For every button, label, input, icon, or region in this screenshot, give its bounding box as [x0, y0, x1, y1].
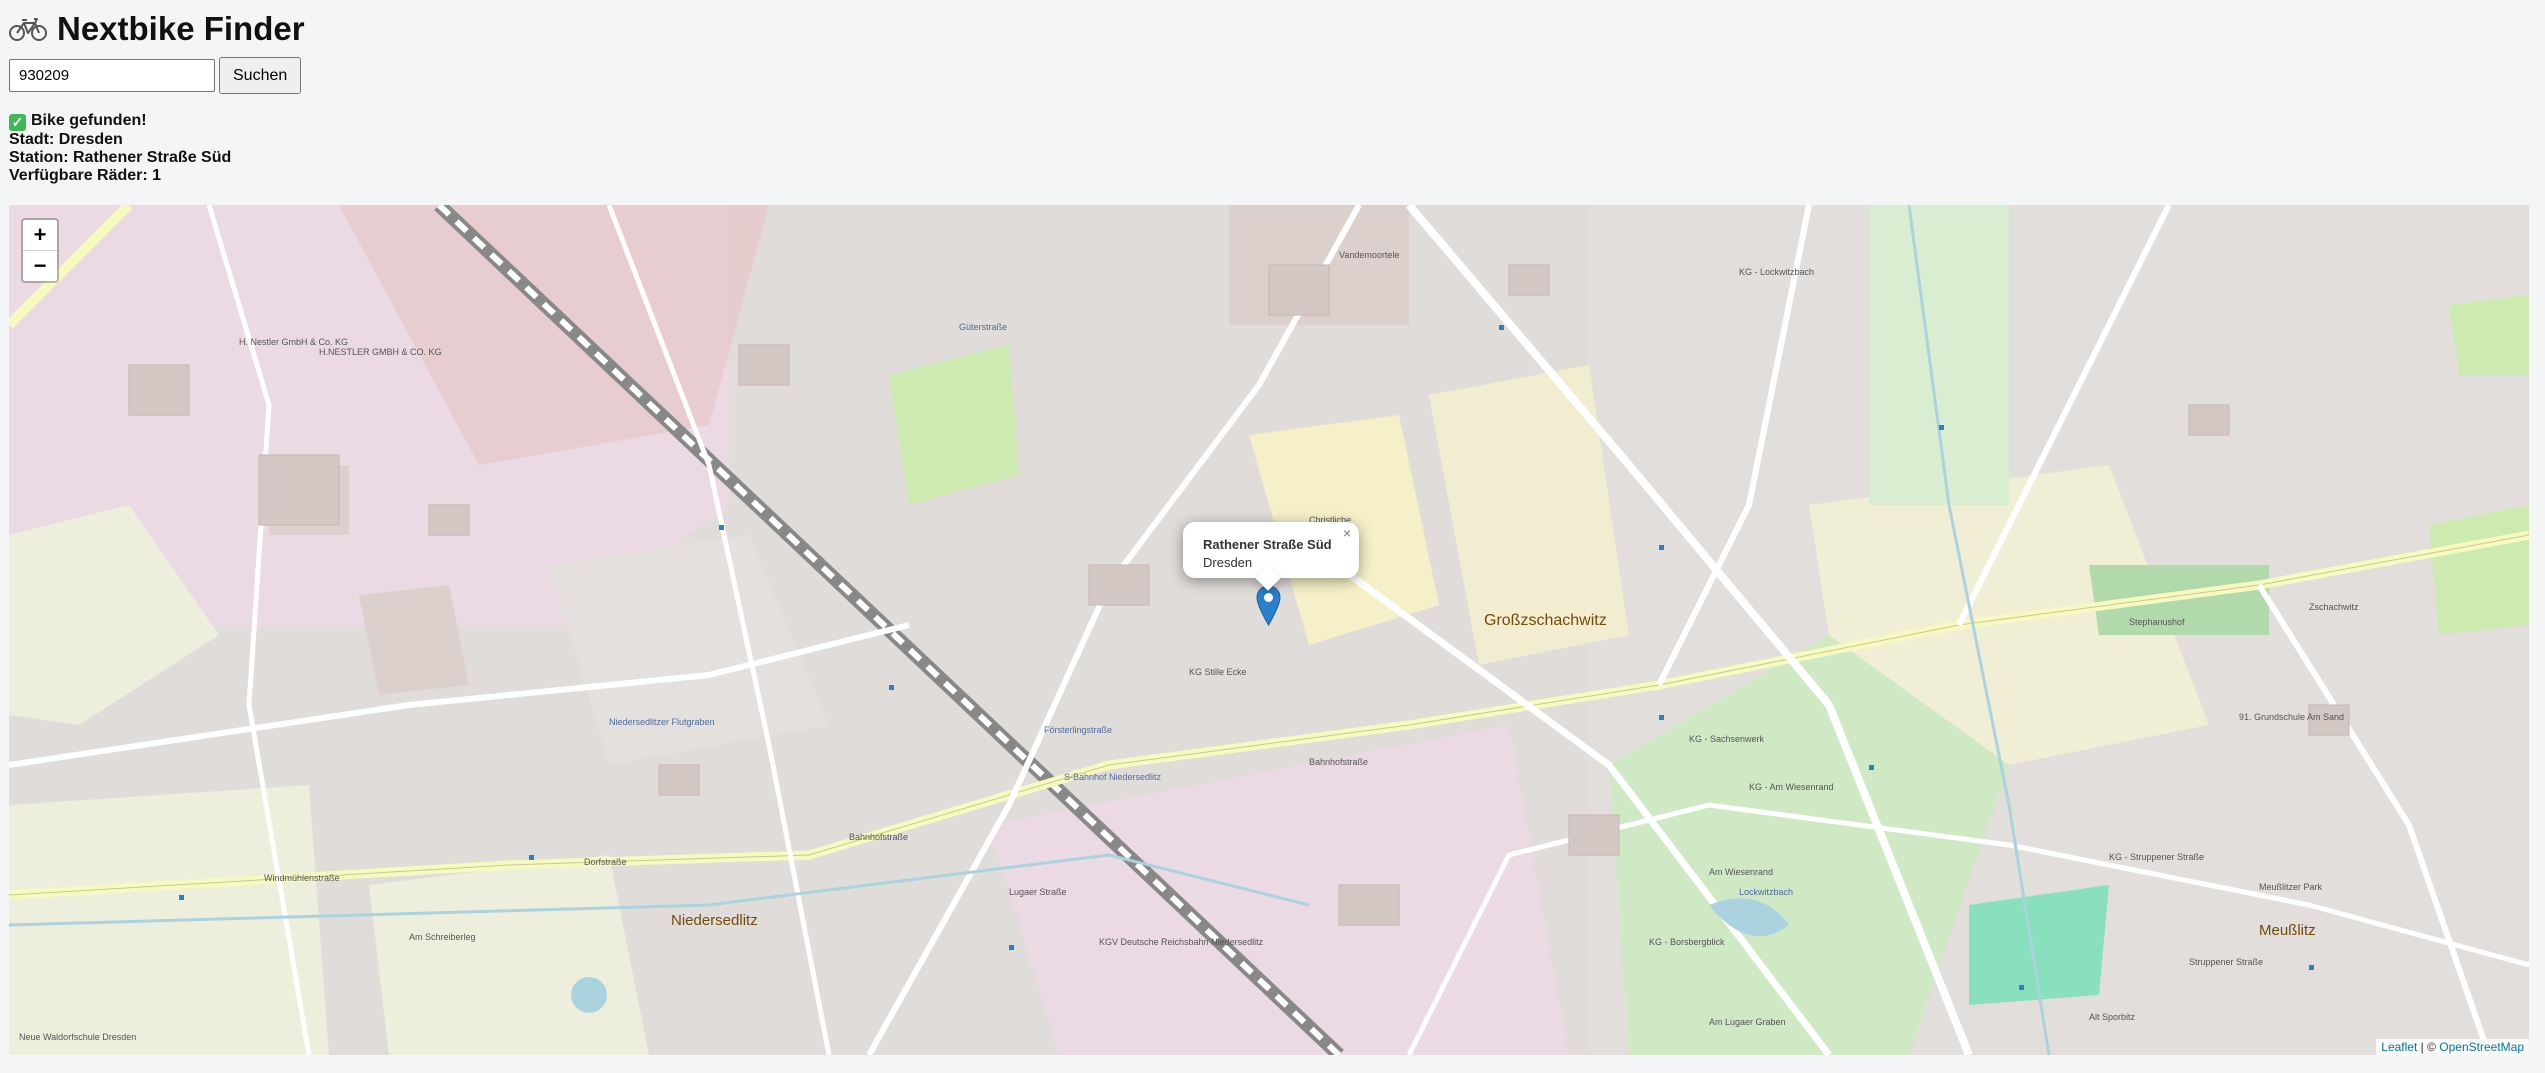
map-label-l20: Dorfstraße: [584, 857, 627, 867]
map-label-l25: Niedersedlitzer Flutgraben: [609, 717, 715, 727]
map-label-l3: Meußlitz: [2259, 922, 2316, 939]
map-label-l11: S-Bahnhof Niedersedlitz: [1064, 772, 1162, 782]
app-header: Nextbike Finder: [9, 10, 305, 48]
map-label-l14: 91. Grundschule Am Sand: [2239, 712, 2344, 722]
map-label-l6: H.NESTLER GMBH & CO. KG: [319, 347, 442, 357]
map-label-l1: Großzschachwitz: [1484, 612, 1607, 629]
map-label-l30: KG - Struppener Straße: [2109, 852, 2204, 862]
map-label-l21: Lugaer Straße: [1009, 887, 1067, 897]
leaflet-link[interactable]: Leaflet: [2381, 1040, 2417, 1054]
zoom-control: + −: [21, 218, 59, 283]
popup-city: Dresden: [1203, 555, 1253, 570]
bike-number-input[interactable]: [9, 59, 215, 92]
map-label-l2: Niedersedlitz: [671, 912, 758, 929]
map-label-l5: H. Nestler GmbH & Co. KG: [239, 337, 348, 347]
map-label-l16: KG - Am Wiesenrand: [1749, 782, 1834, 792]
map-label-l28: KGV Deutsche Reichsbahn Niedersedlitz: [1099, 937, 1264, 947]
map-label-l12: Bahnhofstraße: [1309, 757, 1368, 767]
map-label-l27: Am Schreiberleg: [409, 932, 476, 942]
osm-link[interactable]: OpenStreetMap: [2439, 1040, 2524, 1054]
popup-station-name: Rathener Straße Süd: [1203, 537, 1332, 552]
map-label-l4: KG - Lockwitzbach: [1739, 267, 1814, 277]
map-label-l7: Vandemoortele: [1339, 250, 1399, 260]
map-attribution: Leaflet | © OpenStreetMap: [2376, 1039, 2529, 1055]
map-label-l26: Neue Waldorfschule Dresden: [19, 1032, 136, 1042]
result-panel: ✓ Bike gefunden! Stadt: Dresden Station: …: [9, 112, 231, 185]
map-label-l15: Meußlitzer Park: [2259, 882, 2323, 892]
map-label-l18: KG Stille Ecke: [1189, 667, 1247, 677]
close-icon[interactable]: ×: [1343, 526, 1351, 540]
result-station: Station: Rathener Straße Süd: [9, 149, 232, 166]
map-label-l19: Windmühlenstraße: [264, 873, 340, 883]
bicycle-icon: [9, 16, 47, 42]
result-city: Stadt: Dresden: [9, 131, 123, 148]
map-label-l13: Stephanushof: [2129, 617, 2185, 627]
zoom-out-button[interactable]: −: [23, 250, 57, 281]
map-label-l22: Zschachwitz: [2309, 602, 2359, 612]
station-popup: × Rathener Straße Süd Dresden: [1183, 522, 1359, 591]
result-available: Verfügbare Räder: 1: [9, 167, 162, 184]
map-label-l33: Struppener Straße: [2189, 957, 2263, 967]
attribution-separator: | ©: [2417, 1040, 2440, 1054]
zoom-in-button[interactable]: +: [23, 220, 57, 250]
search-button[interactable]: Suchen: [219, 57, 302, 94]
map-label-l29: Alt Sporbitz: [2089, 1012, 2136, 1022]
search-bar: Suchen: [9, 57, 302, 94]
map-label-l32: Lockwitzbach: [1739, 887, 1793, 897]
result-status-text: Bike gefunden!: [31, 112, 147, 129]
page-title: Nextbike Finder: [57, 10, 305, 47]
check-mark-icon: ✓: [9, 114, 26, 131]
map-label-l9: Güterstraße: [959, 322, 1007, 332]
map-label-l17: KG - Sachsenwerk: [1689, 734, 1765, 744]
map-label-l10: Försterlingstraße: [1044, 725, 1112, 735]
result-status: ✓ Bike gefunden!: [9, 112, 231, 131]
map-label-l31: Am Wiesenrand: [1709, 867, 1773, 877]
map-label-l24: Am Lugaer Graben: [1709, 1017, 1786, 1027]
map-label-l23: KG - Borsbergblick: [1649, 937, 1725, 947]
map-label-l34: Bahnhofstraße: [849, 832, 908, 842]
map-marker-icon[interactable]: [1256, 585, 1281, 631]
map[interactable]: Großzschachwitz Niedersedlitz Meußlitz K…: [9, 205, 2529, 1055]
